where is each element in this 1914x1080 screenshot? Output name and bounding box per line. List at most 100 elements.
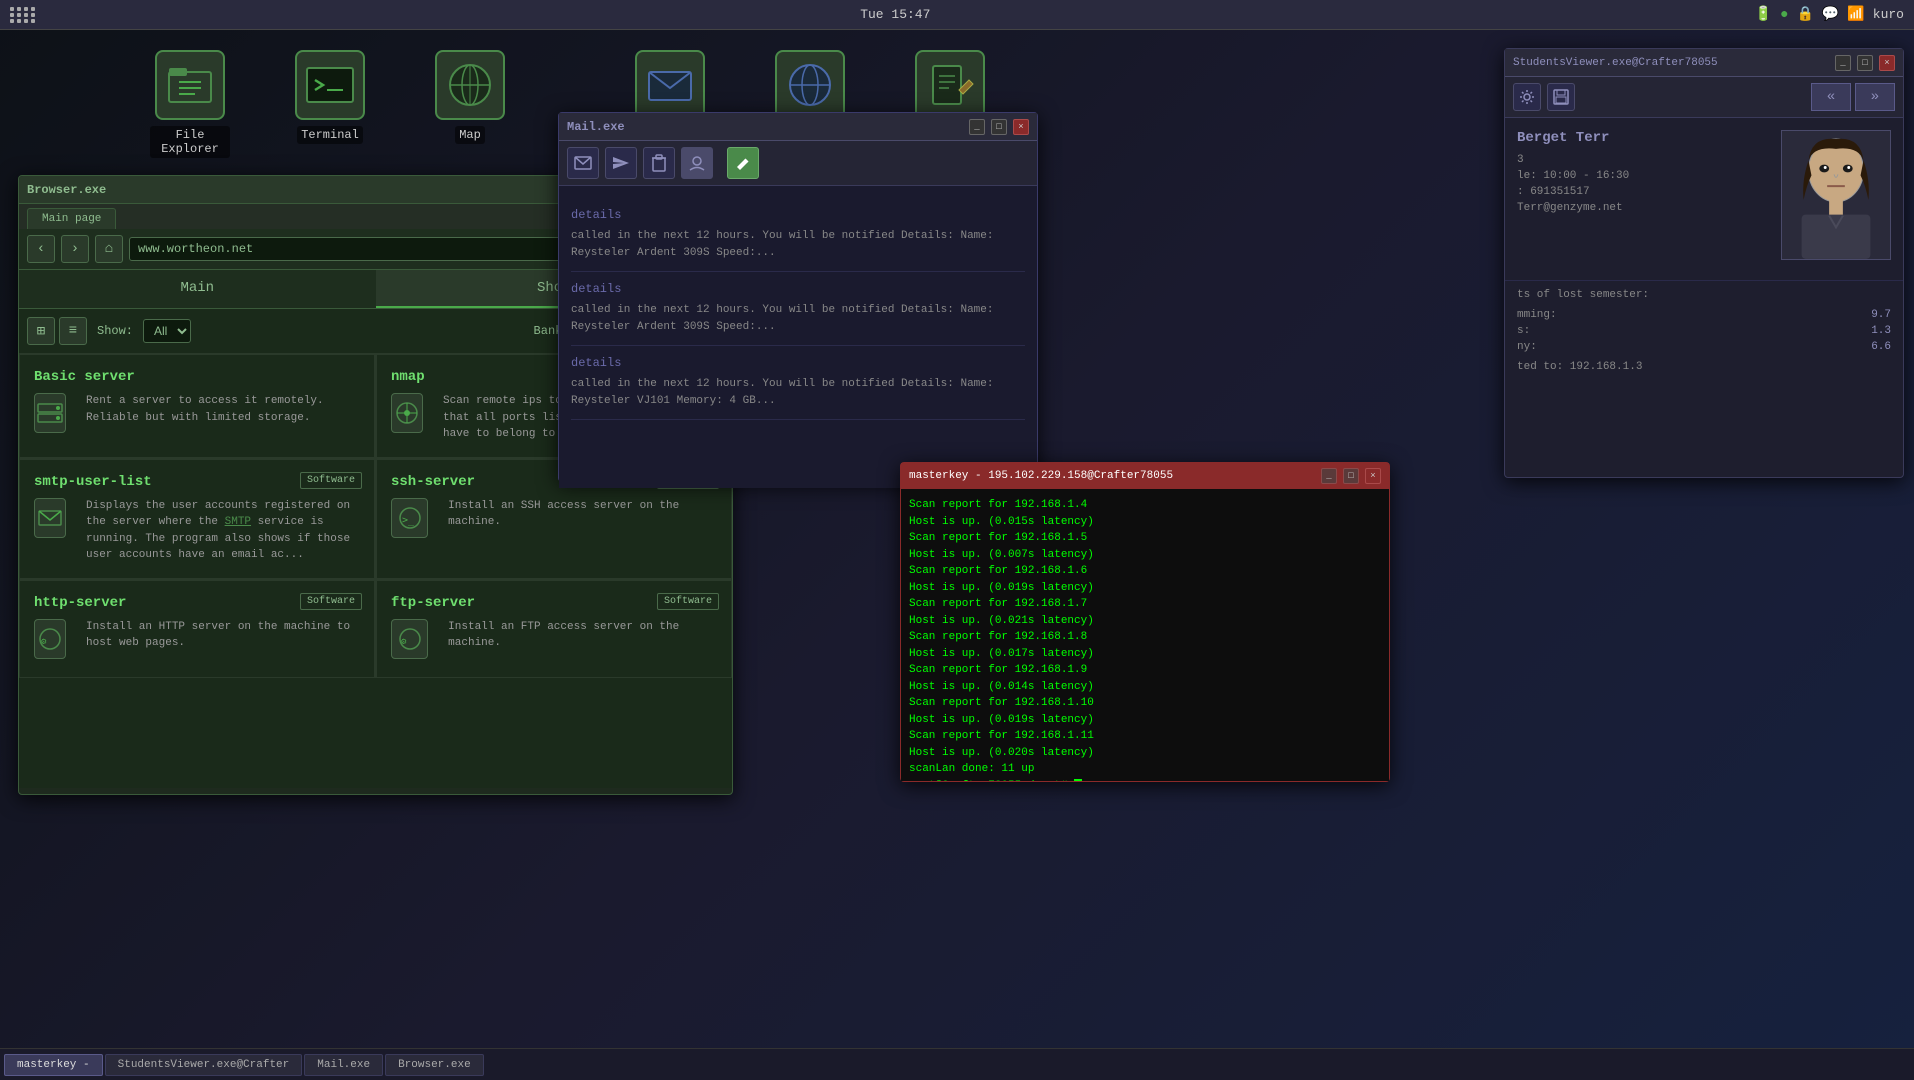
product-card-http-server[interactable]: Software http-server ⚙ Install an HTTP s… (19, 580, 375, 678)
top-bar-datetime: Tue 15:47 (860, 7, 930, 22)
students-minimize-btn[interactable]: _ (1835, 55, 1851, 71)
terminal-line-7: Host is up. (0.021s latency) (909, 613, 1381, 630)
students-window-controls: _ □ × (1835, 55, 1895, 71)
terminal-line-3: Host is up. (0.007s latency) (909, 547, 1381, 564)
students-prev-btn[interactable]: « (1811, 83, 1851, 111)
mail-entry-2: details called in the next 12 hours. You… (571, 346, 1025, 420)
terminal-line-6: Scan report for 192.168.1.7 (909, 596, 1381, 613)
mail-details-btn-2[interactable]: details (571, 356, 1025, 370)
terminal-minimize-btn[interactable]: _ (1321, 468, 1337, 484)
terminal-line-4: Scan report for 192.168.1.6 (909, 563, 1381, 580)
product-badge-http-server: Software (300, 593, 362, 610)
product-card-basic-server[interactable]: Basic server Rent a server to access it … (19, 354, 375, 458)
mail-edit-btn[interactable] (727, 147, 759, 179)
top-bar-right: 🔋 ● 🔒 💬 📶 kuro (1755, 6, 1904, 23)
stat-row-1: s: 1.3 (1517, 325, 1891, 337)
tray-chat-icon: 💬 (1822, 6, 1839, 23)
terminal-line-16: scanLan done: 11 up (909, 761, 1381, 778)
file-explorer-label: File Explorer (150, 126, 230, 158)
students-settings-btn[interactable] (1513, 83, 1541, 111)
apps-grid-icon[interactable] (10, 7, 36, 23)
mail-inbox-btn[interactable] (567, 147, 599, 179)
product-card-smtp-user-list[interactable]: Software smtp-user-list Displays the use… (19, 459, 375, 579)
student-name: Berget Terr (1517, 130, 1769, 146)
student-schedule: le: 10:00 - 16:30 (1517, 170, 1769, 182)
taskbar-masterkey[interactable]: masterkey - (4, 1054, 103, 1076)
product-name-basic-server: Basic server (34, 369, 360, 385)
students-window-title: StudentsViewer.exe@Crafter78055 (1513, 57, 1718, 69)
terminal-icon (295, 50, 365, 120)
product-desc-smtp-user-list: Displays the user accounts registered on… (86, 498, 360, 564)
terminal-line-13: Host is up. (0.019s latency) (909, 712, 1381, 729)
students-titlebar: StudentsViewer.exe@Crafter78055 _ □ × (1505, 49, 1903, 77)
product-desc-http-server: Install an HTTP server on the machine to… (86, 619, 360, 652)
terminal-label: Terminal (297, 126, 363, 144)
students-viewer-window: StudentsViewer.exe@Crafter78055 _ □ × « … (1504, 48, 1904, 478)
smtp-link[interactable]: SMTP (225, 516, 251, 528)
terminal-title: masterkey - 195.102.229.158@Crafter78055 (909, 470, 1173, 482)
terminal-body[interactable]: Scan report for 192.168.1.4 Host is up. … (901, 489, 1389, 781)
mail-delete-btn[interactable] (643, 147, 675, 179)
shop-tab-main[interactable]: Main (19, 270, 376, 308)
product-desc-ftp-server: Install an FTP access server on the mach… (448, 619, 717, 652)
mail-window-controls: _ □ × (969, 119, 1029, 135)
mail-text-0: called in the next 12 hours. You will be… (571, 228, 1025, 261)
stats-title: ts of lost semester: (1517, 281, 1891, 301)
mail-details-btn-0[interactable]: details (571, 208, 1025, 222)
product-card-ftp-server[interactable]: Software ftp-server ⚙ Install an FTP acc… (376, 580, 732, 678)
student-phone: : 691351517 (1517, 186, 1769, 198)
desktop-icon-terminal[interactable]: Terminal (290, 50, 370, 144)
map-label: Map (455, 126, 485, 144)
taskbar-students[interactable]: StudentsViewer.exe@Crafter (105, 1054, 303, 1076)
tray-lock-icon: 🔒 (1796, 6, 1813, 23)
product-icon-ftp-server: ⚙ (391, 619, 428, 659)
terminal-window-controls: _ □ × (1321, 468, 1381, 484)
grid-view-btn[interactable]: ⊞ (27, 317, 55, 345)
mail-close-btn[interactable]: × (1013, 119, 1029, 135)
terminal-window: masterkey - 195.102.229.158@Crafter78055… (900, 462, 1390, 782)
terminal-line-5: Host is up. (0.019s latency) (909, 580, 1381, 597)
browser-home-btn[interactable]: ⌂ (95, 235, 123, 263)
mail-maximize-btn[interactable]: □ (991, 119, 1007, 135)
mail-contact-btn[interactable] (681, 147, 713, 179)
student-avatar (1781, 130, 1891, 260)
terminal-close-btn[interactable]: × (1365, 468, 1381, 484)
svg-text:⚙: ⚙ (40, 637, 47, 647)
tray-circle-icon: ● (1780, 7, 1788, 23)
stat-value-2: 6.6 (1871, 341, 1891, 353)
browser-forward-btn[interactable]: › (61, 235, 89, 263)
view-toggles: ⊞ ≡ (27, 317, 87, 345)
students-toolbar: « » (1505, 77, 1903, 118)
list-view-btn[interactable]: ≡ (59, 317, 87, 345)
connected-to: ted to: 192.168.1.3 (1517, 361, 1891, 373)
students-save-btn[interactable] (1547, 83, 1575, 111)
students-maximize-btn[interactable]: □ (1857, 55, 1873, 71)
stat-row-2: ny: 6.6 (1517, 341, 1891, 353)
map-icon (435, 50, 505, 120)
mail-window: Mail.exe _ □ × (558, 112, 1038, 482)
desktop-icon-file-explorer[interactable]: File Explorer (150, 50, 230, 158)
mail-details-btn-1[interactable]: details (571, 282, 1025, 296)
mail-titlebar: Mail.exe _ □ × (559, 113, 1037, 141)
taskbar-mail[interactable]: Mail.exe (304, 1054, 383, 1076)
svg-text:⚙: ⚙ (400, 637, 407, 647)
show-select[interactable]: All (143, 319, 191, 343)
mail-minimize-btn[interactable]: _ (969, 119, 985, 135)
top-bar-left (10, 7, 36, 23)
student-info: Berget Terr 3 le: 10:00 - 16:30 : 691351… (1517, 130, 1769, 260)
browser-main-tab[interactable]: Main page (27, 208, 116, 229)
taskbar-browser[interactable]: Browser.exe (385, 1054, 484, 1076)
desktop-icon-map[interactable]: Map (430, 50, 510, 144)
tray-battery-icon: 🔋 (1755, 6, 1772, 23)
product-icon-basic-server (34, 393, 66, 433)
terminal-line-2: Scan report for 192.168.1.5 (909, 530, 1381, 547)
students-next-btn[interactable]: » (1855, 83, 1895, 111)
terminal-maximize-btn[interactable]: □ (1343, 468, 1359, 484)
desktop: Tue 15:47 🔋 ● 🔒 💬 📶 kuro File Explorer (0, 0, 1914, 1080)
students-close-btn[interactable]: × (1879, 55, 1895, 71)
mail-body: details called in the next 12 hours. You… (559, 186, 1037, 488)
mail-send-btn[interactable] (605, 147, 637, 179)
browser-back-btn[interactable]: ‹ (27, 235, 55, 263)
product-icon-http-server: ⚙ (34, 619, 66, 659)
svg-text:>_: >_ (402, 515, 415, 526)
